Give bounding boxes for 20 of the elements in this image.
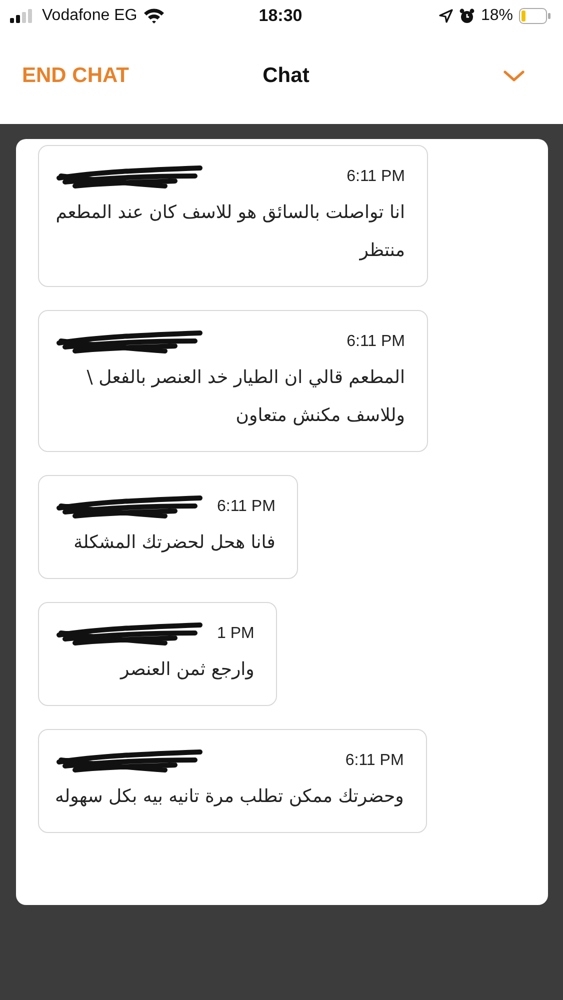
alarm-clock-icon (458, 8, 475, 24)
chevron-down-icon[interactable] (503, 70, 525, 82)
message-time: 6:11 PM (346, 168, 405, 186)
message-time: 6:11 PM (217, 498, 276, 516)
message-text: وحضرتك ممكن تطلب مرة تانيه بيه بكل سهوله (55, 785, 404, 809)
battery-percent: 18% (480, 7, 513, 25)
wifi-icon (143, 8, 166, 24)
message-text: المطعم قالي ان الطيار خد العنصر بالفعل \ وللاسف مكنش متعاون (86, 366, 405, 428)
chat-title: Chat (262, 64, 310, 88)
battery-icon (518, 8, 551, 24)
message-text: انا تواصلت بالسائق هو للاسف كان عند المطعم منتظر (55, 201, 405, 263)
message-time: 1 PM (217, 625, 254, 643)
message-time: 6:11 PM (345, 752, 404, 770)
message-time: 6:11 PM (346, 333, 405, 351)
carrier-name: Vodafone EG (42, 7, 138, 25)
status-time: 18:30 (258, 6, 302, 26)
end-chat-button[interactable]: END CHAT (22, 64, 129, 88)
location-arrow-icon (438, 9, 453, 23)
message-text: وارجع ثمن العنصر (118, 658, 254, 682)
message-text: فانا هحل لحضرتك المشكلة (72, 531, 276, 555)
